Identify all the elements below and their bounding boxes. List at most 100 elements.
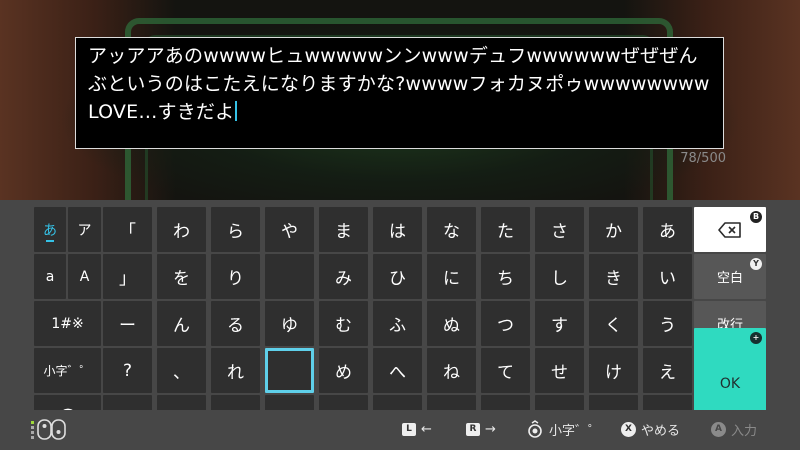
text-input-box[interactable]: アッアアあのwwwwヒュwwwwwンンwwwデュフwwwwwwぜぜぜんぶというの… — [75, 37, 724, 149]
char-key[interactable]: て — [481, 348, 530, 393]
char-key-label: た — [497, 222, 514, 242]
char-key[interactable]: き — [589, 254, 638, 299]
char-key-label: は — [389, 222, 406, 242]
char-key[interactable]: え — [643, 348, 692, 393]
char-key[interactable]: ん — [157, 301, 206, 346]
char-key[interactable]: れ — [211, 348, 260, 393]
mode-lowercase-label: a — [45, 268, 55, 285]
char-key[interactable]: ち — [481, 254, 530, 299]
plus-button-badge: + — [750, 332, 762, 344]
char-key-label: せ — [551, 363, 568, 383]
char-key-label: ゆ — [281, 316, 298, 336]
char-key[interactable]: け — [589, 348, 638, 393]
selected-blank-key[interactable] — [265, 348, 314, 393]
character-counter: 78/500 — [680, 151, 726, 166]
char-key-label: ま — [335, 222, 352, 242]
char-key-label: あ — [659, 222, 676, 242]
char-key[interactable]: に — [427, 254, 476, 299]
ok-button-label: OK — [719, 376, 741, 392]
char-key[interactable]: ら — [211, 207, 260, 252]
char-key[interactable]: か — [589, 207, 638, 252]
active-mode-indicator — [46, 240, 54, 242]
x-button-icon: X — [621, 421, 636, 437]
char-key[interactable]: み — [319, 254, 368, 299]
mode-hiragana-label: あ — [43, 222, 57, 239]
l-button-icon: L — [402, 422, 416, 436]
char-key-label: て — [497, 363, 514, 383]
char-key[interactable]: い — [643, 254, 692, 299]
char-key[interactable]: つ — [481, 301, 530, 346]
char-key[interactable]: め — [319, 348, 368, 393]
char-key[interactable]: ひ — [373, 254, 422, 299]
hint-cursor-left: L ← — [402, 420, 432, 438]
char-key[interactable]: は — [373, 207, 422, 252]
char-key-label: る — [227, 316, 244, 336]
char-key-label: え — [659, 363, 676, 383]
char-key[interactable]: ー — [103, 301, 152, 346]
mode-lowercase-key[interactable]: a — [34, 254, 66, 299]
small-kana-hint-label: 小字゛゜ — [549, 423, 602, 439]
char-key[interactable]: ぬ — [427, 301, 476, 346]
char-key[interactable]: や — [265, 207, 314, 252]
char-key[interactable]: あ — [643, 207, 692, 252]
char-key[interactable]: ね — [427, 348, 476, 393]
char-key-label: に — [443, 269, 460, 289]
char-key[interactable]: 、 — [157, 348, 206, 393]
hint-cursor-right: R → — [466, 420, 496, 438]
char-key[interactable]: し — [535, 254, 584, 299]
char-key[interactable]: さ — [535, 207, 584, 252]
mode-katakana-key[interactable]: ア — [68, 207, 101, 252]
mode-symbols-label: 1#※ — [51, 315, 84, 332]
char-key[interactable]: わ — [157, 207, 206, 252]
space-key[interactable]: 空白 Y — [694, 254, 766, 299]
backspace-key[interactable]: B — [694, 207, 766, 252]
space-key-label: 空白 — [716, 271, 743, 286]
char-key-label: み — [335, 269, 352, 289]
char-key-label: 」 — [119, 269, 136, 289]
r-button-icon: R — [466, 422, 480, 436]
mode-symbols-key[interactable]: 1#※ — [34, 301, 101, 346]
char-key[interactable]: な — [427, 207, 476, 252]
char-key[interactable]: く — [589, 301, 638, 346]
char-key[interactable]: ゆ — [265, 301, 314, 346]
char-key-label: ね — [443, 363, 460, 383]
char-key-label: わ — [173, 222, 190, 242]
char-key[interactable]: へ — [373, 348, 422, 393]
char-key-label: を — [173, 269, 190, 289]
mode-katakana-label: ア — [77, 222, 92, 239]
char-key[interactable]: う — [643, 301, 692, 346]
char-key[interactable]: 「 — [103, 207, 152, 252]
char-key[interactable]: む — [319, 301, 368, 346]
blank-key[interactable] — [265, 254, 314, 299]
char-key[interactable]: ふ — [373, 301, 422, 346]
char-key[interactable]: す — [535, 301, 584, 346]
char-key-label: ? — [122, 360, 133, 381]
char-key-label: さ — [551, 222, 568, 242]
char-key-label: ち — [497, 269, 514, 289]
char-key[interactable]: ま — [319, 207, 368, 252]
left-arrow-icon: ← — [421, 421, 432, 437]
char-key[interactable]: 」 — [103, 254, 152, 299]
char-key-label: な — [443, 222, 460, 242]
char-key-label: り — [227, 269, 244, 289]
stick-press-icon — [528, 420, 542, 438]
mode-hiragana-key[interactable]: あ — [34, 207, 66, 252]
char-key[interactable]: り — [211, 254, 260, 299]
char-key-label: れ — [227, 363, 244, 383]
char-key-label: ぬ — [443, 316, 460, 336]
char-key-label: 「 — [119, 222, 136, 242]
mode-uppercase-key[interactable]: A — [68, 254, 101, 299]
char-key-label: ん — [173, 316, 190, 336]
char-key-label: む — [335, 316, 352, 336]
small-kana-label: 小字゛゜ — [43, 364, 92, 378]
char-key[interactable]: る — [211, 301, 260, 346]
char-key[interactable]: を — [157, 254, 206, 299]
char-key[interactable]: た — [481, 207, 530, 252]
joycon-controller-icon — [31, 419, 66, 440]
char-key[interactable]: ? — [103, 348, 152, 393]
small-kana-key[interactable]: 小字゛゜ — [34, 348, 101, 393]
char-key-label: ひ — [389, 269, 406, 289]
char-key-label: す — [551, 316, 568, 336]
char-key[interactable]: せ — [535, 348, 584, 393]
char-key-label: ら — [227, 222, 244, 242]
